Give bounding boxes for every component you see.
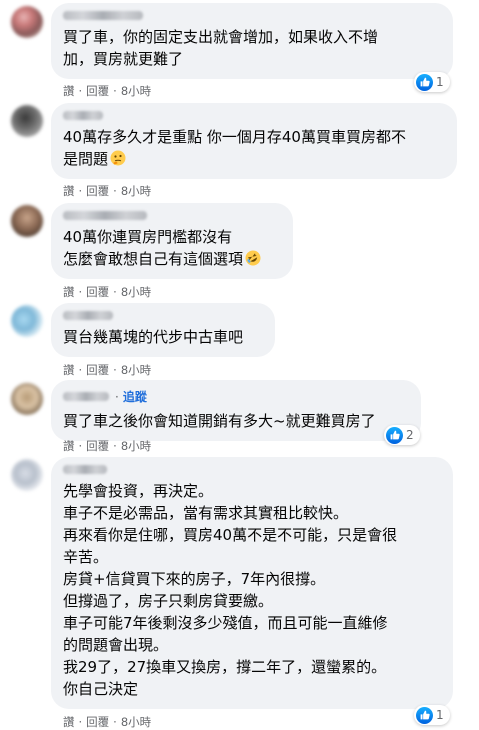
comment-actions: 讚 · 回覆 · 8小時: [63, 362, 151, 378]
reply-link[interactable]: 回覆: [86, 284, 109, 300]
comment-bubble: 40萬你連買房門檻都沒有 怎麼會敢想自己有這個選項: [51, 203, 293, 279]
reaction-count[interactable]: 1: [414, 705, 450, 725]
comment-text: 買台幾萬塊的代步中古車吧: [63, 328, 244, 346]
like-link[interactable]: 讚: [63, 362, 75, 378]
commenter-name-blurred[interactable]: [63, 11, 143, 20]
like-icon: [386, 426, 403, 444]
avatar[interactable]: [11, 105, 43, 137]
like-icon: [416, 73, 433, 91]
separator: ·: [78, 184, 83, 198]
reaction-number: 1: [436, 75, 444, 89]
like-link[interactable]: 讚: [63, 83, 75, 99]
rolling-laughing-face-icon: [245, 250, 261, 266]
avatar[interactable]: [11, 459, 43, 491]
like-link[interactable]: 讚: [63, 284, 75, 300]
commenter-name-blurred[interactable]: [63, 465, 107, 474]
thinking-face-icon: [110, 150, 126, 166]
comment-text: 買了車，你的固定支出就會增加，如果收入不增 加，買房就更難了: [63, 28, 379, 68]
comment-actions: 讚 · 回覆 · 8小時: [63, 284, 151, 300]
separator: ·: [113, 363, 117, 377]
timestamp[interactable]: 8小時: [121, 714, 151, 730]
timestamp[interactable]: 8小時: [121, 183, 151, 199]
separator: ·: [113, 84, 117, 98]
reaction-number: 2: [406, 428, 414, 442]
comment-bubble: · 追蹤 買了車之後你會知道開銷有多大~就更難買房了: [51, 380, 421, 441]
avatar[interactable]: [11, 205, 43, 237]
commenter-name-blurred[interactable]: [63, 392, 109, 401]
comment-bubble: 買台幾萬塊的代步中古車吧: [51, 303, 275, 357]
separator: ·: [78, 363, 83, 377]
comment-actions: 讚 · 回覆 · 8小時: [63, 183, 151, 199]
separator: ·: [113, 439, 117, 453]
name-row: · 追蹤: [63, 388, 409, 405]
comment-actions: 讚 · 回覆 · 8小時: [63, 714, 151, 730]
comment-bubble: 40萬存多久才是重點 你一個月存40萬買車買房都不 是問題: [51, 103, 457, 179]
avatar[interactable]: [11, 6, 43, 38]
timestamp[interactable]: 8小時: [121, 83, 151, 99]
comment-text: 40萬你連買房門檻都沒有 怎麼會敢想自己有這個選項: [63, 226, 281, 270]
timestamp[interactable]: 8小時: [121, 438, 151, 454]
reply-link[interactable]: 回覆: [86, 438, 109, 454]
reply-link[interactable]: 回覆: [86, 714, 109, 730]
reaction-count[interactable]: 2: [384, 425, 420, 445]
comment-text: 先學會投資，再決定。 車子不是必需品，當有需求其實租比較快。 再來看你是住哪，買房4…: [63, 482, 398, 698]
timestamp[interactable]: 8小時: [121, 284, 151, 300]
commenter-name-blurred[interactable]: [63, 111, 103, 120]
follow-link[interactable]: 追蹤: [123, 388, 147, 405]
separator: ·: [78, 439, 83, 453]
comment-bubble: 買了車，你的固定支出就會增加，如果收入不增 加，買房就更難了: [51, 3, 453, 79]
reply-link[interactable]: 回覆: [86, 83, 109, 99]
comment-text: 買了車之後你會知道開銷有多大~就更難買房了: [63, 412, 376, 430]
separator: ·: [78, 285, 83, 299]
like-icon: [416, 706, 433, 724]
timestamp[interactable]: 8小時: [121, 362, 151, 378]
reaction-number: 1: [436, 708, 444, 722]
separator: ·: [113, 285, 117, 299]
like-link[interactable]: 讚: [63, 714, 75, 730]
like-link[interactable]: 讚: [63, 183, 75, 199]
reaction-count[interactable]: 1: [414, 72, 450, 92]
separator: ·: [78, 715, 83, 729]
comment-actions: 讚 · 回覆 · 8小時: [63, 438, 151, 454]
like-link[interactable]: 讚: [63, 438, 75, 454]
comment-text: 40萬存多久才是重點 你一個月存40萬買車買房都不 是問題: [63, 128, 406, 168]
avatar[interactable]: [11, 383, 43, 415]
avatar[interactable]: [11, 305, 43, 337]
separator: ·: [113, 184, 117, 198]
separator: ·: [113, 715, 117, 729]
comment-bubble: 先學會投資，再決定。 車子不是必需品，當有需求其實租比較快。 再來看你是住哪，買房4…: [51, 457, 453, 709]
separator: ·: [115, 389, 119, 404]
commenter-name-blurred[interactable]: [63, 211, 147, 220]
comment-actions: 讚 · 回覆 · 8小時: [63, 83, 151, 99]
reply-link[interactable]: 回覆: [86, 183, 109, 199]
reply-link[interactable]: 回覆: [86, 362, 109, 378]
separator: ·: [78, 84, 83, 98]
commenter-name-blurred[interactable]: [63, 311, 113, 320]
